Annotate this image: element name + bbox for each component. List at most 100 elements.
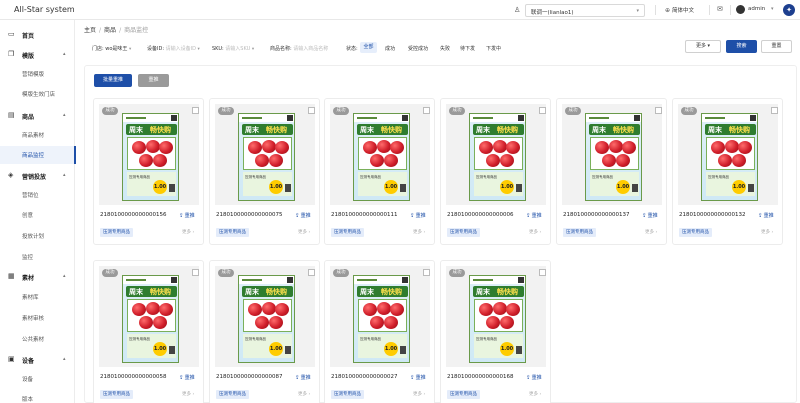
status-option-success[interactable]: 成功 bbox=[385, 45, 395, 52]
product-card[interactable]: 成功 周末 畅快购 压测专用商品 1.00 2180100000000000087… bbox=[209, 260, 320, 403]
sku-filter-input[interactable]: 请输入SKU bbox=[225, 46, 250, 52]
more-link[interactable]: 更多 › bbox=[298, 391, 310, 397]
sidebar-item-marketing-template[interactable]: 营销模版 bbox=[0, 65, 75, 83]
barcode-icon bbox=[285, 346, 291, 354]
more-link[interactable]: 更多 › bbox=[182, 229, 194, 235]
product-card[interactable]: 成功 周末 畅快购 压测专用商品 1.00 2180100000000000156… bbox=[93, 98, 204, 245]
device-filter-input[interactable]: 请输入设备ID bbox=[166, 46, 196, 52]
product-image[interactable]: 成功 周末 畅快购 压测专用商品 1.00 bbox=[99, 104, 199, 205]
sidebar-item-media-review[interactable]: 素材审核 bbox=[0, 309, 75, 327]
repush-button[interactable]: ⇪重推 bbox=[179, 212, 195, 219]
breadcrumb-home[interactable]: 主页 bbox=[84, 27, 96, 34]
product-checkbox[interactable] bbox=[423, 269, 430, 276]
avatar[interactable] bbox=[736, 5, 745, 14]
batch-retry-button[interactable]: 批量重推 bbox=[94, 74, 132, 87]
device-filter[interactable]: 设备ID: 请输入设备ID ▾ bbox=[147, 45, 200, 52]
repush-button[interactable]: ⇪重推 bbox=[642, 212, 658, 219]
sidebar-item-device[interactable]: 设备 bbox=[0, 370, 75, 388]
more-link[interactable]: 更多 › bbox=[645, 229, 657, 235]
sidebar-group-home[interactable]: ▭ 首页 bbox=[0, 27, 75, 43]
product-image[interactable]: 成功 周末 畅快购 压测专用商品 1.00 bbox=[678, 104, 778, 205]
sidebar-item-creative[interactable]: 创意 bbox=[0, 206, 75, 224]
status-option-controlled-success[interactable]: 受控成功 bbox=[408, 45, 428, 52]
product-image[interactable]: 成功 周末 畅快购 压测专用商品 1.00 bbox=[215, 266, 315, 367]
product-image[interactable]: 成功 周末 畅快购 压测专用商品 1.00 bbox=[99, 266, 199, 367]
promo-poster: 周末 畅快购 压测专用商品 1.00 bbox=[585, 113, 642, 201]
product-checkbox[interactable] bbox=[192, 269, 199, 276]
status-option-sending[interactable]: 下发中 bbox=[486, 45, 501, 52]
language-switch[interactable]: ⊕ 简体中文 bbox=[665, 6, 694, 14]
user-name[interactable]: admin bbox=[748, 6, 765, 12]
more-link[interactable]: 更多 › bbox=[529, 229, 541, 235]
sidebar-item-version[interactable]: 版本 bbox=[0, 390, 75, 403]
sidebar-group-product[interactable]: ▤ 商品 ▴ bbox=[0, 108, 75, 124]
retry-button[interactable]: 重推 bbox=[138, 74, 169, 87]
more-link[interactable]: 更多 › bbox=[182, 391, 194, 397]
repush-button[interactable]: ⇪重推 bbox=[410, 212, 426, 219]
product-image[interactable]: 成功 周末 畅快购 压测专用商品 1.00 bbox=[330, 266, 430, 367]
sidebar-group-marketing[interactable]: ◈ 营销投放 ▴ bbox=[0, 168, 75, 184]
product-checkbox[interactable] bbox=[308, 107, 315, 114]
more-link[interactable]: 更多 › bbox=[529, 391, 541, 397]
product-checkbox[interactable] bbox=[308, 269, 315, 276]
sidebar-group-template[interactable]: ❐ 模版 ▴ bbox=[0, 47, 75, 63]
more-link[interactable]: 更多 › bbox=[298, 229, 310, 235]
product-image[interactable]: 成功 周末 畅快购 压测专用商品 1.00 bbox=[446, 266, 546, 367]
more-link[interactable]: 更多 › bbox=[413, 391, 425, 397]
product-card[interactable]: 成功 周末 畅快购 压测专用商品 1.00 2180100000000000006… bbox=[440, 98, 551, 245]
sidebar-item-placement[interactable]: 营销位 bbox=[0, 186, 75, 204]
repush-button[interactable]: ⇪重推 bbox=[410, 374, 426, 381]
apple-image bbox=[486, 316, 500, 329]
sku-filter[interactable]: SKU: 请输入SKU ▾ bbox=[212, 45, 254, 52]
product-card[interactable]: 成功 周末 畅快购 压测专用商品 1.00 2180100000000000137… bbox=[556, 98, 667, 245]
breadcrumb-section[interactable]: 商品 bbox=[104, 27, 116, 34]
more-filters-button[interactable]: 更多 ▾ bbox=[685, 40, 721, 53]
repush-button[interactable]: ⇪重推 bbox=[179, 374, 195, 381]
product-checkbox[interactable] bbox=[423, 107, 430, 114]
product-card[interactable]: 成功 周末 畅快购 压测专用商品 1.00 2180100000000000132… bbox=[672, 98, 783, 245]
store-filter[interactable]: 门店: wo是味王 ▾ bbox=[92, 45, 131, 52]
name-filter[interactable]: 商品名称: 请输入商品名称 bbox=[270, 45, 328, 52]
sidebar-item-plan[interactable]: 投放计划 bbox=[0, 227, 75, 245]
store-select[interactable]: 联调一(lianlao1) ▾ bbox=[525, 4, 645, 17]
product-image[interactable]: 成功 周末 畅快购 压测专用商品 1.00 bbox=[330, 104, 430, 205]
sidebar-group-device[interactable]: ▣ 设备 ▴ bbox=[0, 352, 75, 368]
mail-icon[interactable]: ✉ bbox=[717, 5, 723, 13]
name-filter-input[interactable]: 请输入商品名称 bbox=[293, 46, 328, 52]
product-checkbox[interactable] bbox=[539, 107, 546, 114]
chevron-down-icon[interactable]: ▾ bbox=[771, 6, 774, 12]
apple-image bbox=[616, 154, 630, 167]
more-link[interactable]: 更多 › bbox=[761, 229, 773, 235]
product-card[interactable]: 成功 周末 畅快购 压测专用商品 1.00 2180100000000000058… bbox=[93, 260, 204, 403]
product-checkbox[interactable] bbox=[655, 107, 662, 114]
product-card[interactable]: 成功 周末 畅快购 压测专用商品 1.00 2180100000000000168… bbox=[440, 260, 551, 403]
product-image[interactable]: 成功 周末 畅快购 压测专用商品 1.00 bbox=[215, 104, 315, 205]
more-link[interactable]: 更多 › bbox=[413, 229, 425, 235]
reset-button[interactable]: 重置 bbox=[761, 40, 792, 53]
product-image[interactable]: 成功 周末 畅快购 压测专用商品 1.00 bbox=[446, 104, 546, 205]
repush-button[interactable]: ⇪重推 bbox=[758, 212, 774, 219]
product-card[interactable]: 成功 周末 畅快购 压测专用商品 1.00 2180100000000000075… bbox=[209, 98, 320, 245]
status-option-pending[interactable]: 待下发 bbox=[460, 45, 475, 52]
search-button[interactable]: 搜索 bbox=[726, 40, 757, 53]
repush-button[interactable]: ⇪重推 bbox=[295, 212, 311, 219]
sidebar-item-media-library[interactable]: 素材库 bbox=[0, 288, 75, 306]
product-card[interactable]: 成功 周末 畅快购 压测专用商品 1.00 2180100000000000111… bbox=[324, 98, 435, 245]
product-checkbox[interactable] bbox=[771, 107, 778, 114]
sidebar-item-product-monitor[interactable]: 商品监控 bbox=[0, 146, 76, 164]
product-card[interactable]: 成功 周末 畅快购 压测专用商品 1.00 2180100000000000027… bbox=[324, 260, 435, 403]
sidebar-item-public-media[interactable]: 公共素材 bbox=[0, 330, 75, 348]
status-option-all[interactable]: 全部 bbox=[360, 42, 377, 53]
repush-button[interactable]: ⇪重推 bbox=[526, 212, 542, 219]
repush-button[interactable]: ⇪重推 bbox=[526, 374, 542, 381]
sidebar-item-template-stores[interactable]: 模版生效门店 bbox=[0, 85, 75, 103]
sidebar-group-media[interactable]: ▦ 素材 ▴ bbox=[0, 269, 75, 285]
product-checkbox[interactable] bbox=[192, 107, 199, 114]
sidebar-item-product-material[interactable]: 商品素材 bbox=[0, 126, 75, 144]
repush-icon: ⇪ bbox=[410, 375, 415, 381]
repush-button[interactable]: ⇪重推 bbox=[295, 374, 311, 381]
product-checkbox[interactable] bbox=[539, 269, 546, 276]
sidebar-item-monitor[interactable]: 监控 bbox=[0, 248, 75, 266]
status-option-failed[interactable]: 失败 bbox=[440, 45, 450, 52]
product-image[interactable]: 成功 周末 畅快购 压测专用商品 1.00 bbox=[562, 104, 662, 205]
